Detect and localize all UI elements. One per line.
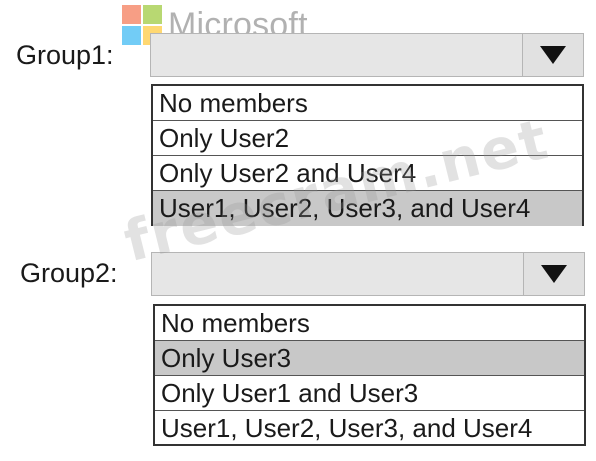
- group1-dropdown[interactable]: [150, 33, 584, 77]
- group2-option[interactable]: User1, User2, User3, and User4: [155, 411, 584, 446]
- group2-dropdown-button[interactable]: [523, 253, 584, 295]
- group2-label: Group2:: [20, 258, 118, 288]
- group1-option[interactable]: No members: [153, 86, 582, 121]
- group1-option[interactable]: Only User2 and User4: [153, 156, 582, 191]
- group2-option-highlighted[interactable]: Only User3: [155, 341, 584, 376]
- group1-option-highlighted[interactable]: User1, User2, User3, and User4: [153, 191, 582, 226]
- group2-dropdown[interactable]: [151, 252, 585, 296]
- group2-option[interactable]: No members: [155, 306, 584, 341]
- triangle-down-icon: [541, 265, 567, 283]
- triangle-down-icon: [540, 46, 566, 64]
- group1-dropdown-button[interactable]: [522, 34, 583, 76]
- group1-options-list: No members Only User2 Only User2 and Use…: [151, 84, 584, 226]
- group2-option[interactable]: Only User1 and User3: [155, 376, 584, 411]
- group2-options-list: No members Only User3 Only User1 and Use…: [153, 304, 586, 446]
- group1-option[interactable]: Only User2: [153, 121, 582, 156]
- group1-label: Group1:: [16, 40, 114, 70]
